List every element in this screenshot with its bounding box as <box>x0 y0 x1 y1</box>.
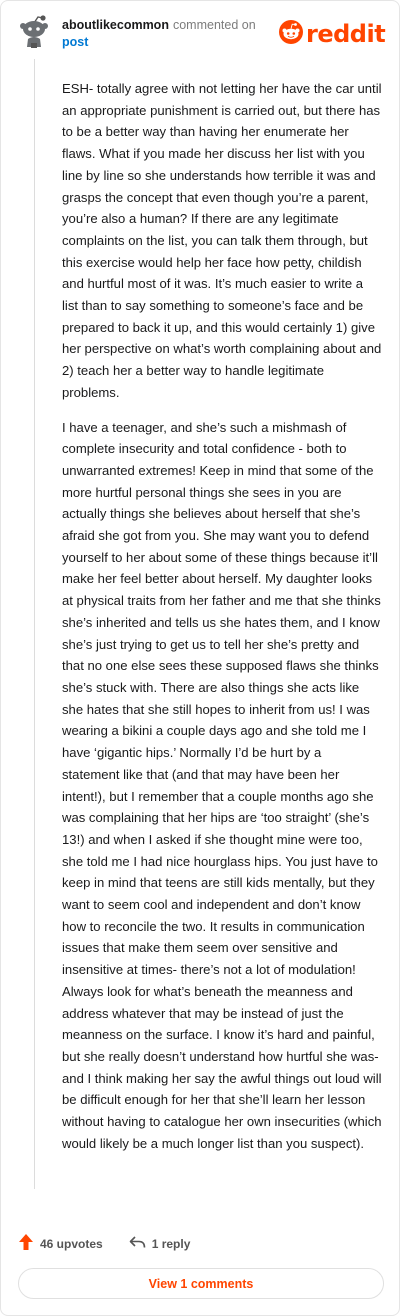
commented-on-label: commented on <box>172 18 256 32</box>
upvote-arrow-icon <box>18 1233 34 1256</box>
reply-count: 1 reply <box>151 1237 191 1251</box>
comment-paragraph: I have a teenager, and she’s such a mish… <box>62 419 382 1151</box>
comment-header: aboutlikecommon commented on <box>62 18 256 32</box>
reddit-logo[interactable]: reddit <box>279 19 386 49</box>
thread-line[interactable] <box>34 59 35 1189</box>
upvote-count: 46 upvotes <box>40 1237 103 1251</box>
reply-button[interactable]: 1 reply <box>129 1235 191 1254</box>
upvote-button[interactable]: 46 upvotes <box>18 1233 103 1256</box>
username-link[interactable]: aboutlikecommon <box>62 18 169 32</box>
comment-paragraph: ESH- totally agree with not letting her … <box>62 81 382 400</box>
comment-card: aboutlikecommon commented on post reddit … <box>0 0 400 1316</box>
comment-body: ESH- totally agree with not letting her … <box>62 78 382 1167</box>
reddit-alien-icon <box>279 19 303 49</box>
view-comments-button[interactable]: View 1 comments <box>18 1268 384 1299</box>
reddit-wordmark: reddit <box>306 20 386 48</box>
snoo-avatar-icon[interactable] <box>19 15 49 49</box>
reply-arrow-icon <box>129 1235 146 1254</box>
post-link[interactable]: post <box>62 35 88 49</box>
comment-actions: 46 upvotes 1 reply <box>18 1233 190 1255</box>
